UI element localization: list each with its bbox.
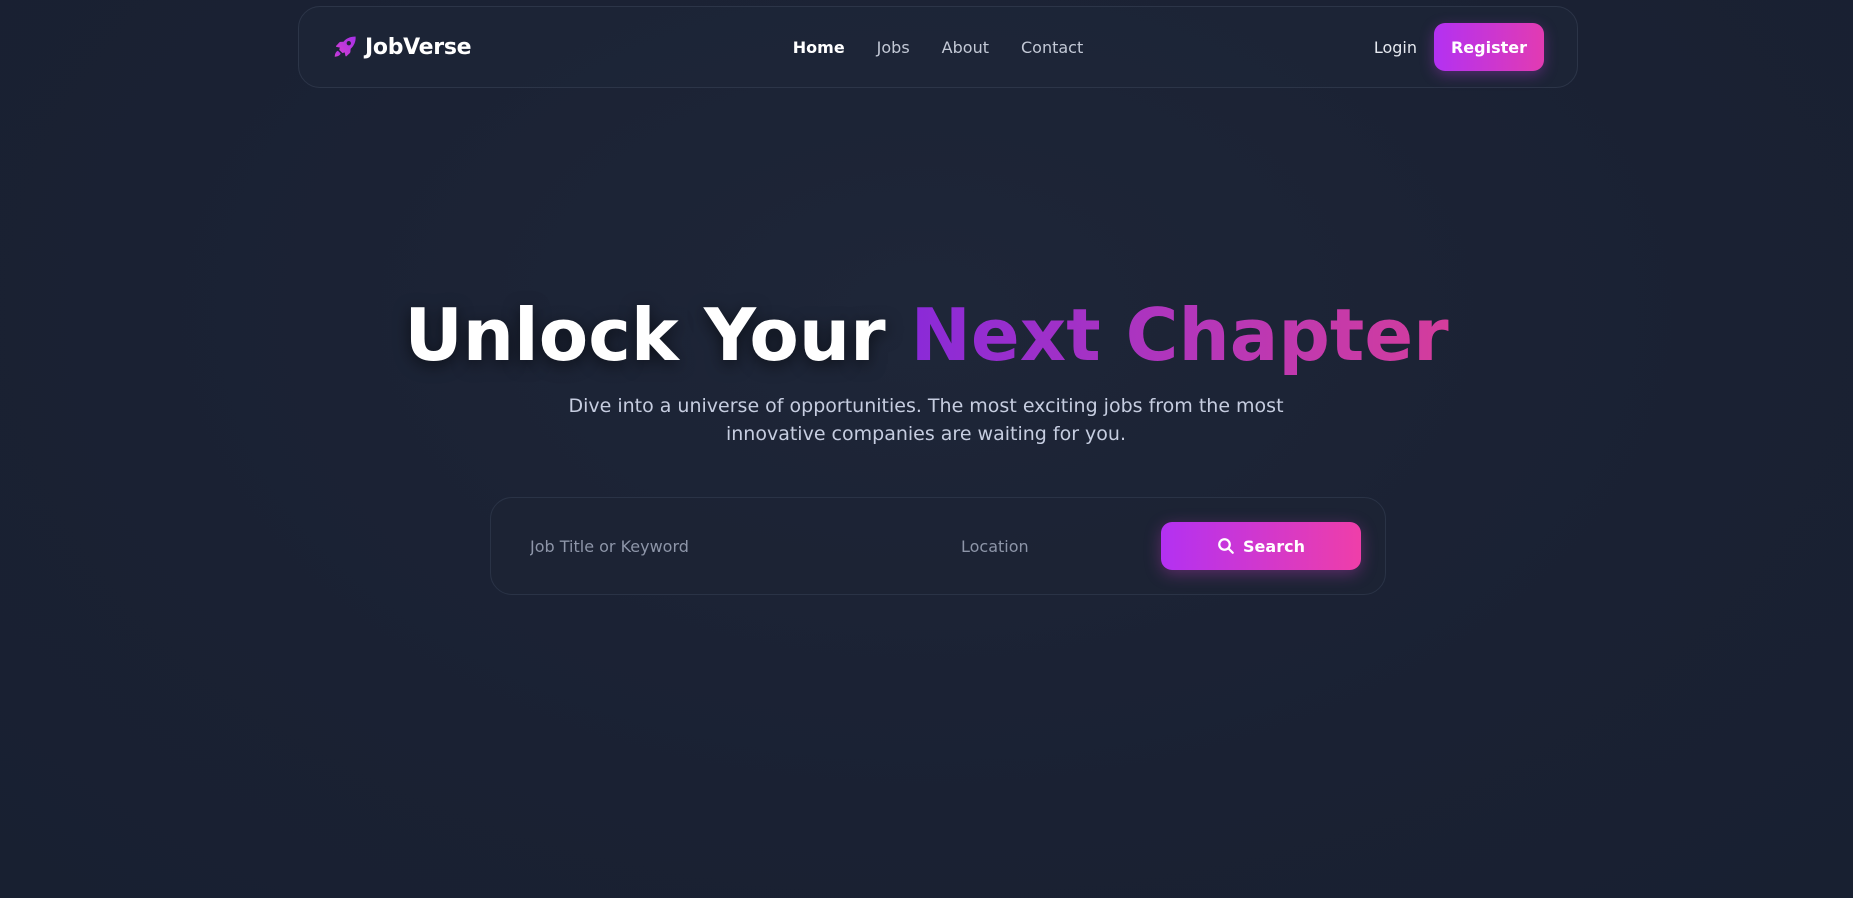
login-link[interactable]: Login xyxy=(1374,38,1417,57)
nav-link-about[interactable]: About xyxy=(942,38,989,57)
nav-link-jobs[interactable]: Jobs xyxy=(877,38,910,57)
register-button[interactable]: Register xyxy=(1434,23,1544,71)
hero-title: Unlock Your Next Chapter xyxy=(0,290,1853,380)
rocket-icon xyxy=(332,34,358,60)
hero-title-accent: Next Chapter xyxy=(910,293,1449,377)
hero-subtitle: Dive into a universe of opportunities. T… xyxy=(568,395,1284,445)
search-button-label: Search xyxy=(1243,536,1305,556)
brand-logo[interactable]: JobVerse xyxy=(332,34,472,60)
brand-name: JobVerse xyxy=(365,34,472,60)
navbar: JobVerse Home Jobs About Contact Login R… xyxy=(298,6,1578,88)
nav-link-contact[interactable]: Contact xyxy=(1021,38,1083,57)
location-input[interactable] xyxy=(961,522,1141,570)
nav-link-home[interactable]: Home xyxy=(793,38,845,57)
nav-actions: Login Register xyxy=(1374,23,1544,71)
hero-title-plain: Unlock Your xyxy=(404,293,911,377)
main-nav: Home Jobs About Contact xyxy=(793,38,1083,57)
search-panel: Search xyxy=(490,497,1386,595)
keyword-input[interactable] xyxy=(530,522,910,570)
search-icon xyxy=(1217,537,1235,555)
search-button[interactable]: Search xyxy=(1161,522,1361,570)
